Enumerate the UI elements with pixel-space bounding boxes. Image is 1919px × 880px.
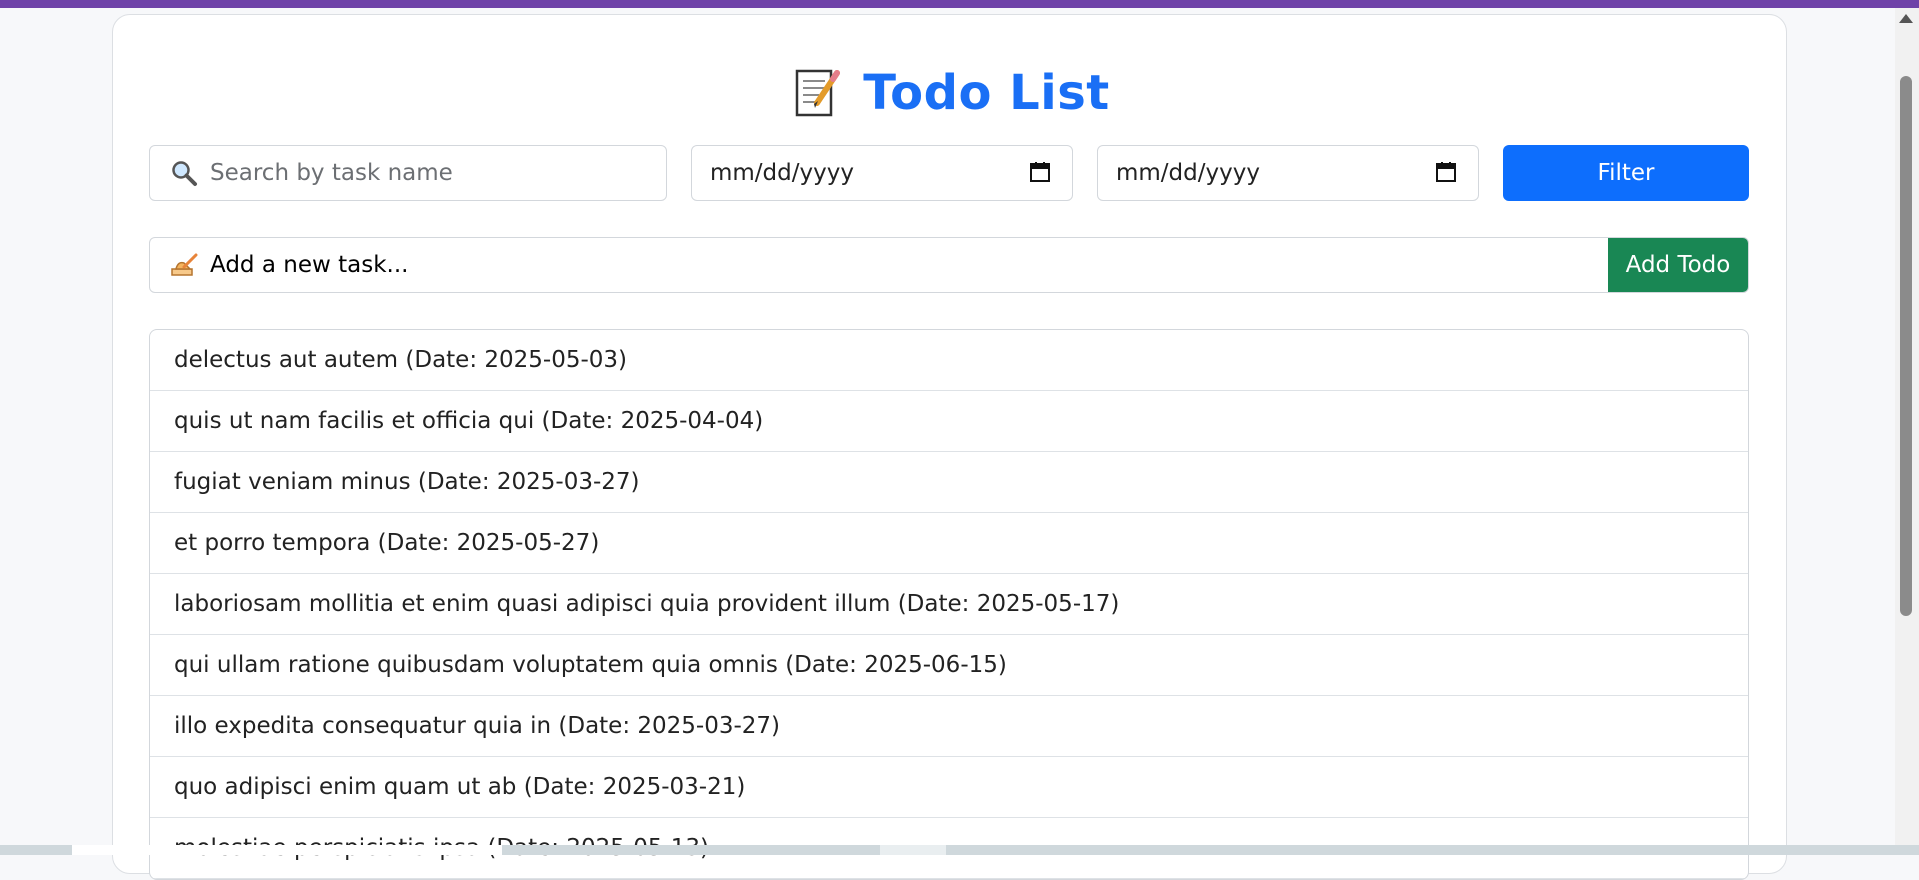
todo-item[interactable]: qui ullam ratione quibusdam voluptatem q… <box>150 635 1748 696</box>
todo-item[interactable]: quis ut nam facilis et officia qui (Date… <box>150 391 1748 452</box>
new-task-placeholder: Add a new task... <box>210 252 409 278</box>
date-to-placeholder: mm/dd/yyyy <box>1116 160 1260 186</box>
memo-icon <box>789 65 845 121</box>
search-placeholder: Search by task name <box>210 160 453 186</box>
date-from-input[interactable]: mm/dd/yyyy <box>691 145 1073 201</box>
calendar-icon[interactable] <box>1028 160 1054 186</box>
todo-item[interactable]: quo adipisci enim quam ut ab (Date: 2025… <box>150 757 1748 818</box>
scroll-up-arrow-icon[interactable] <box>1899 14 1913 23</box>
todo-item[interactable]: et porro tempora (Date: 2025-05-27) <box>150 513 1748 574</box>
todo-item[interactable]: fugiat veniam minus (Date: 2025-03-27) <box>150 452 1748 513</box>
calendar-icon[interactable] <box>1434 160 1460 186</box>
vertical-scrollbar[interactable] <box>1895 8 1919 846</box>
search-input[interactable]: Search by task name <box>149 145 667 201</box>
top-accent-bar <box>0 0 1919 8</box>
add-todo-button[interactable]: Add Todo <box>1608 238 1748 292</box>
horizontal-scrollbar[interactable] <box>0 845 1919 855</box>
writing-hand-icon <box>170 251 198 279</box>
scroll-thumb[interactable] <box>1900 76 1912 616</box>
todo-list: delectus aut autem (Date: 2025-05-03) qu… <box>149 329 1749 880</box>
add-task-group: Add a new task... Add Todo <box>149 237 1749 293</box>
page-title: Todo List <box>863 65 1110 121</box>
new-task-input[interactable]: Add a new task... <box>150 238 1608 292</box>
todo-card: Todo List Search by task name mm/dd/yyyy… <box>112 14 1787 880</box>
page-header: Todo List <box>113 65 1786 121</box>
date-from-placeholder: mm/dd/yyyy <box>710 160 854 186</box>
todo-item[interactable]: illo expedita consequatur quia in (Date:… <box>150 696 1748 757</box>
todo-item[interactable]: laboriosam mollitia et enim quasi adipis… <box>150 574 1748 635</box>
horizontal-scroll-thumb[interactable] <box>72 845 502 855</box>
horizontal-scroll-segment <box>880 845 946 855</box>
todo-item[interactable]: delectus aut autem (Date: 2025-05-03) <box>150 330 1748 391</box>
magnifier-icon <box>170 159 198 187</box>
filter-button[interactable]: Filter <box>1503 145 1749 201</box>
date-to-input[interactable]: mm/dd/yyyy <box>1097 145 1479 201</box>
